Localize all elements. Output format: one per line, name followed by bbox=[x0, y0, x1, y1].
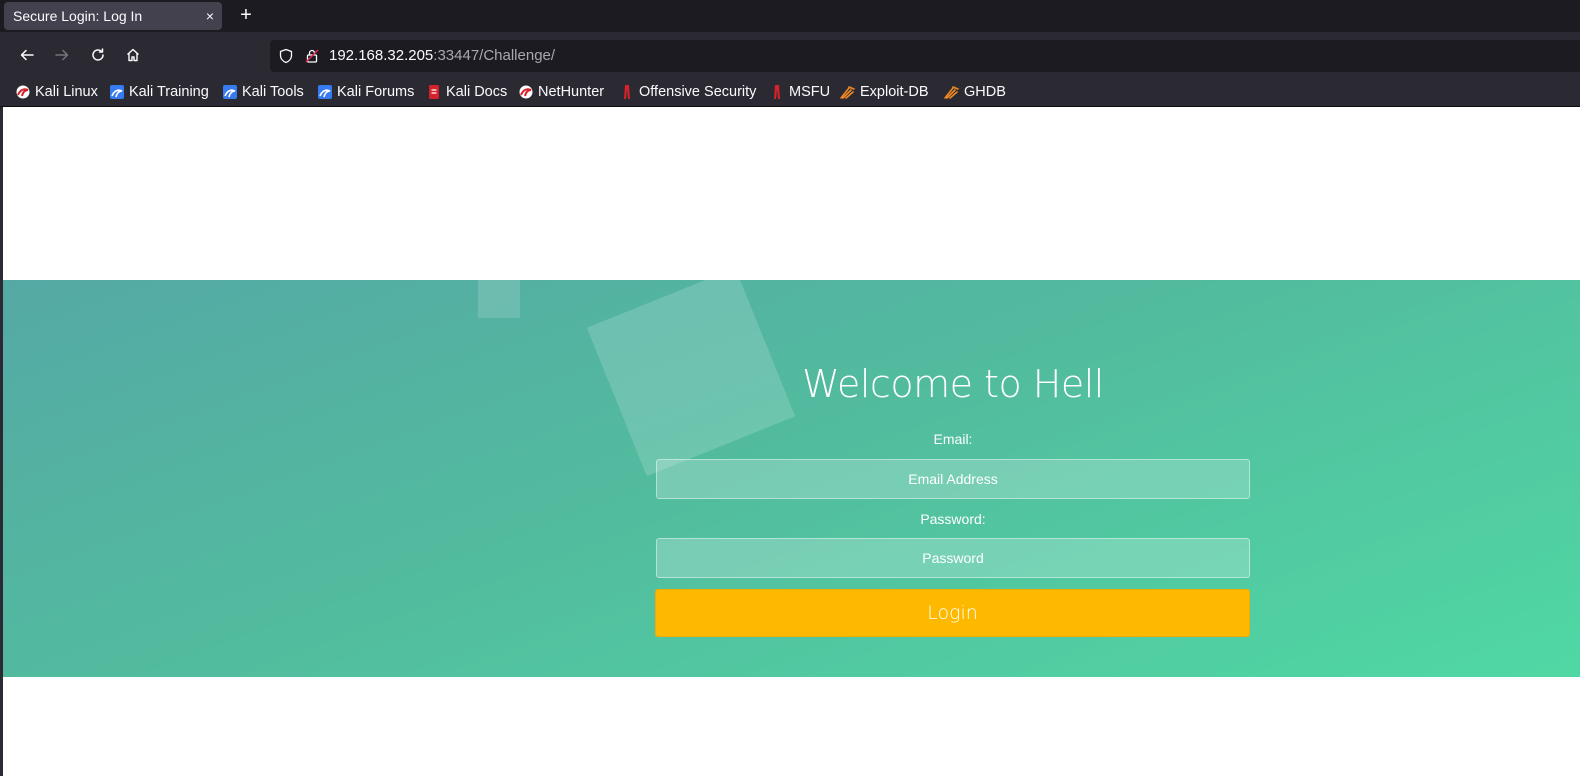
kali-docs-icon bbox=[429, 85, 439, 99]
password-input[interactable] bbox=[656, 538, 1250, 578]
offsec-icon bbox=[774, 85, 780, 99]
decorative-square bbox=[478, 280, 520, 318]
forward-arrow-icon bbox=[55, 49, 69, 61]
insecure-lock-icon[interactable] bbox=[304, 48, 320, 64]
offsec-icon bbox=[624, 85, 630, 99]
navigation-toolbar: 192.168.32.205:33447/Challenge/ bbox=[0, 32, 1580, 78]
bookmark-kali-docs[interactable]: Kali Docs bbox=[426, 82, 507, 102]
kali-dragon-icon bbox=[16, 85, 30, 99]
tracking-shield-icon[interactable] bbox=[278, 48, 294, 64]
bookmark-label: Kali Training bbox=[129, 84, 209, 100]
kali-dragon-icon bbox=[519, 85, 533, 99]
bookmark-msfu[interactable]: MSFU bbox=[769, 82, 830, 102]
login-button[interactable]: Login bbox=[655, 589, 1250, 637]
bookmark-label: Offensive Security bbox=[639, 84, 757, 100]
kali-blue-icon bbox=[110, 85, 124, 99]
tab-title: Secure Login: Log In bbox=[13, 8, 143, 24]
url-host: 192.168.32.205 bbox=[329, 47, 434, 64]
reload-icon bbox=[92, 48, 104, 61]
address-bar[interactable]: 192.168.32.205:33447/Challenge/ bbox=[270, 40, 1580, 72]
bookmark-label: Kali Docs bbox=[446, 84, 508, 100]
new-tab-button[interactable]: + bbox=[236, 2, 256, 30]
bookmark-label: MSFU bbox=[789, 84, 831, 100]
bookmark-ghdb[interactable]: GHDB bbox=[944, 82, 1006, 102]
reload-button[interactable] bbox=[82, 39, 114, 71]
bookmark-kali-training[interactable]: Kali Training bbox=[109, 82, 209, 102]
url-path: :33447/Challenge/ bbox=[433, 47, 556, 64]
close-tab-icon[interactable]: × bbox=[206, 2, 214, 30]
bookmark-exploit-db[interactable]: Exploit-DB bbox=[840, 82, 929, 102]
kali-blue-icon bbox=[223, 85, 237, 99]
home-button[interactable] bbox=[117, 39, 149, 71]
url-text[interactable]: 192.168.32.205:33447/Challenge/ bbox=[329, 40, 555, 72]
bookmark-label: Kali Tools bbox=[242, 84, 304, 100]
bookmark-label: NetHunter bbox=[538, 84, 605, 100]
login-title: Welcome to Hell bbox=[802, 362, 1104, 406]
bookmark-offensive-security[interactable]: Offensive Security bbox=[619, 82, 756, 102]
tab-bar: Secure Login: Log In × + bbox=[0, 0, 1580, 32]
bookmark-label: Kali Forums bbox=[337, 84, 415, 100]
forward-button[interactable] bbox=[46, 39, 78, 71]
bookmark-label: GHDB bbox=[964, 84, 1006, 100]
bookmark-kali-linux[interactable]: Kali Linux bbox=[15, 82, 98, 102]
back-button[interactable] bbox=[11, 39, 43, 71]
exploitdb-icon bbox=[944, 86, 959, 99]
email-label: Email: bbox=[933, 431, 973, 447]
bookmark-kali-forums[interactable]: Kali Forums bbox=[317, 82, 414, 102]
bookmark-label: Kali Linux bbox=[35, 84, 98, 100]
bookmarks-toolbar: Kali Linux Kali Training Kali Tools Kali… bbox=[0, 78, 1580, 107]
bookmark-label: Exploit-DB bbox=[860, 84, 929, 100]
password-label: Password: bbox=[920, 511, 986, 527]
bookmark-nethunter[interactable]: NetHunter bbox=[518, 82, 604, 102]
exploitdb-icon bbox=[840, 86, 855, 99]
bookmark-kali-tools[interactable]: Kali Tools bbox=[222, 82, 304, 102]
back-arrow-icon bbox=[20, 49, 34, 61]
kali-blue-icon bbox=[318, 85, 332, 99]
email-input[interactable] bbox=[656, 459, 1250, 499]
browser-tab[interactable]: Secure Login: Log In × bbox=[4, 2, 222, 30]
home-icon bbox=[127, 48, 139, 62]
